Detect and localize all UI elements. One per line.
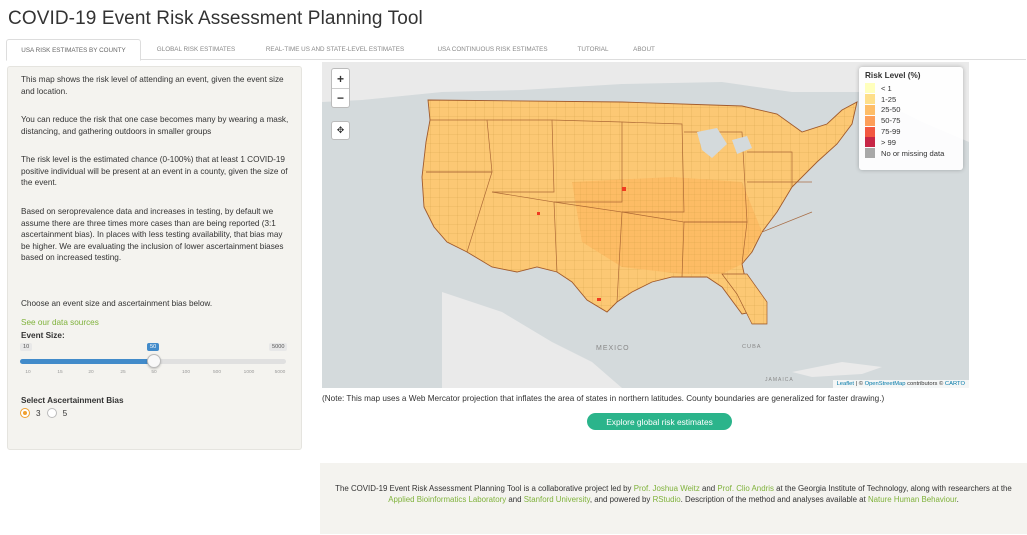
legend-swatch bbox=[865, 94, 875, 105]
slider-tick: 500 bbox=[212, 370, 222, 375]
legend-swatch bbox=[865, 148, 875, 159]
slider-tick: 20 bbox=[88, 370, 94, 375]
bias-radio-5[interactable] bbox=[46, 408, 57, 418]
slider-max-label: 5000 bbox=[269, 343, 288, 351]
tab-usa-risk-by-county[interactable]: USA RISK ESTIMATES BY COUNTY bbox=[6, 39, 141, 61]
data-sources-link[interactable]: See our data sources bbox=[21, 318, 99, 327]
risk-definition-text: The risk level is the estimated chance (… bbox=[21, 155, 288, 188]
slider-fill bbox=[20, 359, 154, 364]
leaflet-link[interactable]: Leaflet bbox=[837, 381, 854, 387]
zoom-out-button[interactable]: − bbox=[332, 88, 349, 107]
tab-bar: USA RISK ESTIMATES BY COUNTY GLOBAL RISK… bbox=[6, 39, 1026, 61]
slider-tick: 1000 bbox=[243, 370, 255, 375]
page-title: COVID-19 Event Risk Assessment Planning … bbox=[8, 8, 423, 29]
mexico-land bbox=[442, 292, 622, 388]
legend-title: Risk Level (%) bbox=[865, 71, 921, 80]
rstudio-link[interactable]: RStudio bbox=[653, 495, 681, 504]
ascertainment-bias-text: Based on seroprevalence data and increas… bbox=[21, 207, 284, 263]
mask-advice-text: You can reduce the risk that one case be… bbox=[21, 115, 289, 136]
zoom-in-button[interactable]: + bbox=[332, 69, 349, 88]
map-label-cuba: CUBA bbox=[742, 344, 762, 350]
map-label-mexico: MEXICO bbox=[596, 345, 630, 352]
risk-map[interactable]: + − ✥ MEXICO CUBA JAMAICA Risk Level (%)… bbox=[322, 62, 969, 388]
slider-tick: 5000 bbox=[274, 370, 286, 375]
slider-tick: 25 bbox=[120, 370, 126, 375]
bias-radio-group: 3 5 bbox=[20, 408, 67, 418]
legend-item: 75-99 bbox=[865, 126, 957, 137]
instructions-text: Choose an event size and ascertainment b… bbox=[21, 299, 213, 308]
slider-tick: 100 bbox=[181, 370, 191, 375]
event-size-slider[interactable]: 10 50 5000 10 15 20 25 50 100 500 1000 5… bbox=[20, 343, 290, 383]
slider-min-label: 10 bbox=[20, 343, 33, 351]
andris-link[interactable]: Prof. Clio Andris bbox=[717, 484, 774, 493]
map-attribution: Leaflet | © OpenStreetMap contributors ©… bbox=[832, 380, 969, 388]
event-size-label: Event Size: bbox=[21, 331, 65, 340]
tab-about[interactable]: ABOUT bbox=[623, 39, 665, 60]
legend-swatch bbox=[865, 115, 875, 126]
legend-item: 50-75 bbox=[865, 115, 957, 126]
bias-radio-3[interactable] bbox=[20, 408, 30, 418]
slider-tick: 50 bbox=[151, 370, 157, 375]
sidebar-panel: This map shows the risk level of attendi… bbox=[7, 66, 302, 450]
abil-link[interactable]: Applied Bioinformatics Laboratory bbox=[388, 495, 506, 504]
legend-swatch bbox=[865, 83, 875, 94]
map-legend: Risk Level (%) < 1 1-25 25-50 50-75 75-9… bbox=[859, 67, 963, 170]
tab-real-time-us[interactable]: REAL-TIME US AND STATE-LEVEL ESTIMATES bbox=[251, 39, 419, 60]
intro-text: This map shows the risk level of attendi… bbox=[21, 75, 284, 96]
footer-credits: The COVID-19 Event Risk Assessment Plann… bbox=[320, 463, 1027, 534]
map-label-jamaica: JAMAICA bbox=[765, 377, 794, 383]
osm-link[interactable]: OpenStreetMap bbox=[865, 381, 906, 387]
bias-label: Select Ascertainment Bias bbox=[21, 396, 124, 405]
legend-swatch bbox=[865, 104, 875, 115]
locate-icon[interactable]: ✥ bbox=[331, 121, 350, 140]
tab-tutorial[interactable]: TUTORIAL bbox=[566, 39, 620, 60]
legend-item: > 99 bbox=[865, 137, 957, 148]
slider-tick: 15 bbox=[57, 370, 63, 375]
legend-item: No or missing data bbox=[865, 148, 957, 159]
nature-link[interactable]: Nature Human Behaviour bbox=[868, 495, 957, 504]
explore-global-button[interactable]: Explore global risk estimates bbox=[587, 413, 732, 430]
map-projection-note: (Note: This map uses a Web Mercator proj… bbox=[322, 394, 885, 403]
legend-item: < 1 bbox=[865, 83, 957, 94]
bias-option-label: 5 bbox=[62, 408, 68, 418]
legend-item: 25-50 bbox=[865, 104, 957, 116]
legend-swatch bbox=[865, 137, 875, 148]
slider-tick: 10 bbox=[25, 370, 31, 375]
zoom-control: + − bbox=[331, 68, 350, 108]
legend-swatch bbox=[865, 126, 875, 137]
bias-option-label: 3 bbox=[36, 408, 41, 418]
tab-usa-continuous[interactable]: USA CONTINUOUS RISK ESTIMATES bbox=[422, 39, 563, 60]
slider-handle[interactable] bbox=[147, 354, 161, 368]
weitz-link[interactable]: Prof. Joshua Weitz bbox=[634, 484, 700, 493]
tab-global-risk[interactable]: GLOBAL RISK ESTIMATES bbox=[144, 39, 248, 60]
carto-link[interactable]: CARTO bbox=[945, 381, 965, 387]
slider-ticks: 10 15 20 25 50 100 500 1000 5000 bbox=[20, 370, 286, 380]
slider-value-label: 50 bbox=[147, 343, 160, 351]
stanford-link[interactable]: Stanford University bbox=[524, 495, 590, 504]
legend-item: 1-25 bbox=[865, 94, 957, 105]
